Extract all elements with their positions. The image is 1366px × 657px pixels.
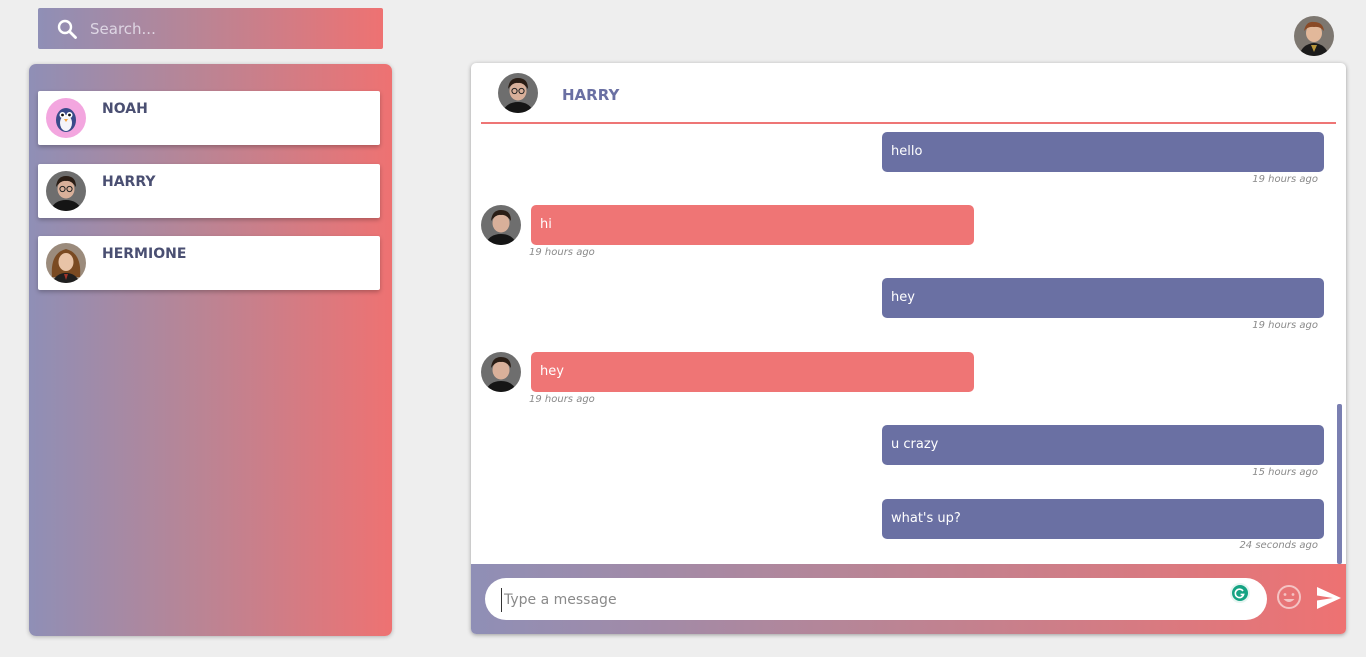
- grammarly-icon[interactable]: [1230, 583, 1250, 603]
- send-icon[interactable]: [1315, 585, 1343, 611]
- contacts-sidebar: NOAH HARRY HERMIONE: [29, 64, 392, 636]
- chat-panel: HARRY hello 19 hours ago hi 19 hours ago…: [471, 63, 1346, 634]
- message-bubble-outgoing: hello: [882, 132, 1324, 172]
- message-timestamp: 19 hours ago: [529, 394, 595, 405]
- contact-name: HARRY: [102, 174, 156, 190]
- message-timestamp: 19 hours ago: [529, 247, 595, 258]
- contact-item-noah[interactable]: NOAH: [38, 91, 380, 145]
- message-bubble-incoming: hey: [531, 352, 974, 392]
- message-input-box[interactable]: [485, 578, 1267, 620]
- message-timestamp: 24 seconds ago: [1239, 540, 1318, 551]
- message-text: what's up?: [891, 511, 961, 526]
- chat-title: HARRY: [562, 86, 620, 104]
- contact-name: NOAH: [102, 101, 148, 117]
- message-composer: [471, 564, 1346, 634]
- message-text: hi: [540, 217, 552, 232]
- message-text: u crazy: [891, 437, 939, 452]
- contact-item-hermione[interactable]: HERMIONE: [38, 236, 380, 290]
- message-scrollbar[interactable]: [1337, 404, 1342, 564]
- search-input[interactable]: [88, 18, 342, 39]
- message-bubble-incoming: hi: [531, 205, 974, 245]
- message-text: hello: [891, 144, 923, 159]
- message-text: hey: [891, 290, 915, 305]
- avatar: [46, 98, 86, 138]
- emoji-icon[interactable]: [1276, 584, 1302, 610]
- message-timestamp: 19 hours ago: [1252, 320, 1318, 331]
- message-input[interactable]: [501, 588, 1206, 612]
- message-timestamp: 15 hours ago: [1252, 467, 1318, 478]
- message-bubble-outgoing: u crazy: [882, 425, 1324, 465]
- chat-header: HARRY: [471, 63, 1346, 124]
- message-timestamp: 19 hours ago: [1252, 174, 1318, 185]
- avatar: [46, 243, 86, 283]
- avatar: [46, 171, 86, 211]
- sender-avatar: [481, 205, 521, 245]
- message-bubble-outgoing: hey: [882, 278, 1324, 318]
- search-bar[interactable]: [38, 8, 383, 49]
- message-list[interactable]: hello 19 hours ago hi 19 hours ago hey 1…: [471, 124, 1346, 564]
- message-bubble-outgoing: what's up?: [882, 499, 1324, 539]
- sender-avatar: [481, 352, 521, 392]
- current-user-avatar[interactable]: [1294, 16, 1334, 56]
- contact-item-harry[interactable]: HARRY: [38, 164, 380, 218]
- message-text: hey: [540, 364, 564, 379]
- avatar[interactable]: [498, 73, 538, 113]
- contact-name: HERMIONE: [102, 246, 187, 262]
- search-icon: [57, 19, 77, 39]
